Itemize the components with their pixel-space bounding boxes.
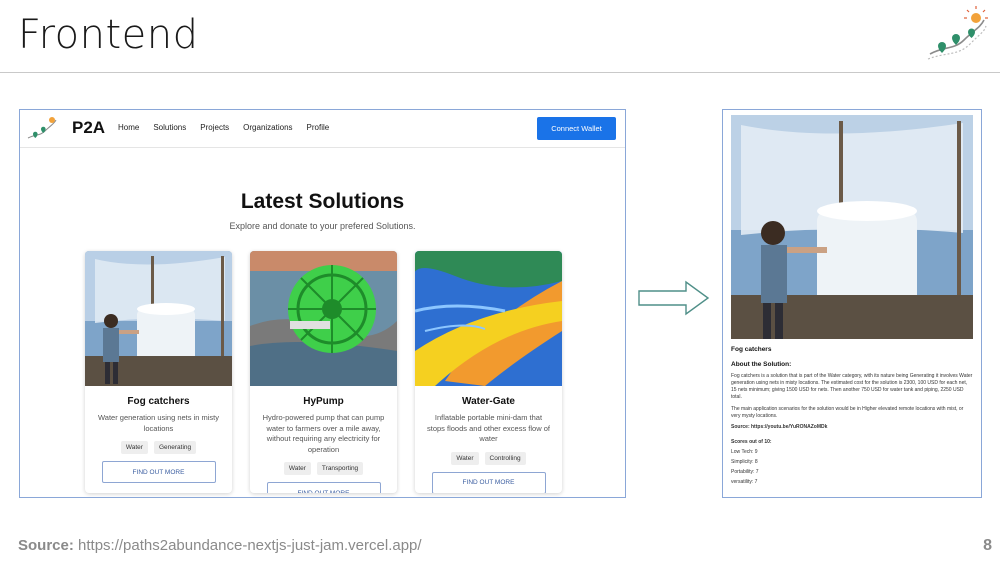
hypump-photo <box>250 251 397 386</box>
card-title: Water-Gate <box>462 396 515 407</box>
card-tags: Water Generating <box>85 441 232 454</box>
score-simplicity: Simplicity: 8 <box>731 459 758 465</box>
header-divider <box>0 72 1000 73</box>
card-description: Water generation using nets in misty loc… <box>97 413 220 433</box>
right-arrow-icon <box>638 280 710 316</box>
nav-projects[interactable]: Projects <box>200 123 229 132</box>
solution-card-hypump[interactable]: HyPump Hydro-powered pump that can pump … <box>250 251 397 493</box>
app-logo-icon[interactable] <box>26 114 58 142</box>
nav-profile[interactable]: Profile <box>307 123 330 132</box>
card-description: Inflatable portable mini-dam that stops … <box>427 413 550 443</box>
detail-solution-name: Fog catchers <box>731 346 772 353</box>
tag-water: Water <box>283 462 311 475</box>
app-brand[interactable]: P2A <box>72 118 105 138</box>
solution-detail-screenshot: Fog catchers About the Solution: Fog cat… <box>722 109 982 498</box>
water-gate-photo <box>415 251 562 386</box>
source-url[interactable]: https://paths2abundance-nextjs-just-jam.… <box>78 537 422 554</box>
nav-home[interactable]: Home <box>118 123 139 132</box>
tag-generating: Generating <box>153 441 197 454</box>
score-low-tech: Low Tech: 9 <box>731 449 758 455</box>
score-versatility: versatility: 7 <box>731 479 758 485</box>
tag-water: Water <box>451 451 479 465</box>
tag-controlling: Controlling <box>484 451 526 465</box>
hero-title: Latest Solutions <box>240 190 405 213</box>
tag-water: Water <box>120 441 148 454</box>
solution-detail-text: Fog catchers About the Solution: Fog cat… <box>731 344 973 486</box>
connect-wallet-button[interactable]: Connect Wallet <box>537 117 616 140</box>
nav-solutions[interactable]: Solutions <box>153 123 186 132</box>
fog-catcher-photo <box>85 251 232 386</box>
source-label: Source: <box>18 537 74 554</box>
detail-paragraph: The main application scenarios for the s… <box>731 406 964 419</box>
find-out-more-button[interactable]: FIND OUT MORE <box>266 482 381 493</box>
solution-card-water-gate[interactable]: Water-Gate Inflatable portable mini-dam … <box>415 251 562 493</box>
card-tags: Water Controlling <box>415 451 562 465</box>
detail-paragraph: Fog catchers is a solution that is part … <box>731 373 973 400</box>
tag-transporting: Transporting <box>316 462 364 475</box>
find-out-more-button[interactable]: FIND OUT MORE <box>101 461 216 483</box>
card-title: HyPump <box>303 396 344 407</box>
hero-subtitle: Explore and donate to your prefered Solu… <box>229 221 416 231</box>
solutions-page-screenshot: P2A Home Solutions Projects Organization… <box>19 109 626 498</box>
score-portability: Portability: 7 <box>731 469 759 475</box>
card-tags: Water Transporting <box>250 462 397 475</box>
card-description: Hydro-powered pump that can pump water t… <box>262 413 385 454</box>
detail-scores-heading: Scores out of 10: <box>731 439 772 445</box>
page-number: 8 <box>983 537 992 554</box>
detail-source-link[interactable]: Source: https://youtu.be/YuRONAZoMDk <box>731 424 973 431</box>
card-title: Fog catchers <box>127 396 190 407</box>
find-out-more-button[interactable]: FIND OUT MORE <box>431 471 546 493</box>
slide-title: Frontend <box>18 12 199 58</box>
app-navbar: P2A Home Solutions Projects Organization… <box>20 110 625 148</box>
nav-menu: Home Solutions Projects Organizations Pr… <box>118 123 329 132</box>
solution-card-fog-catchers[interactable]: Fog catchers Water generation using nets… <box>85 251 232 493</box>
fog-catcher-detail-photo <box>731 115 973 339</box>
detail-about-heading: About the Solution: <box>731 361 792 368</box>
nav-organizations[interactable]: Organizations <box>243 123 292 132</box>
paths-logo-icon <box>927 6 988 60</box>
source-citation: Source: https://paths2abundance-nextjs-j… <box>18 537 422 554</box>
